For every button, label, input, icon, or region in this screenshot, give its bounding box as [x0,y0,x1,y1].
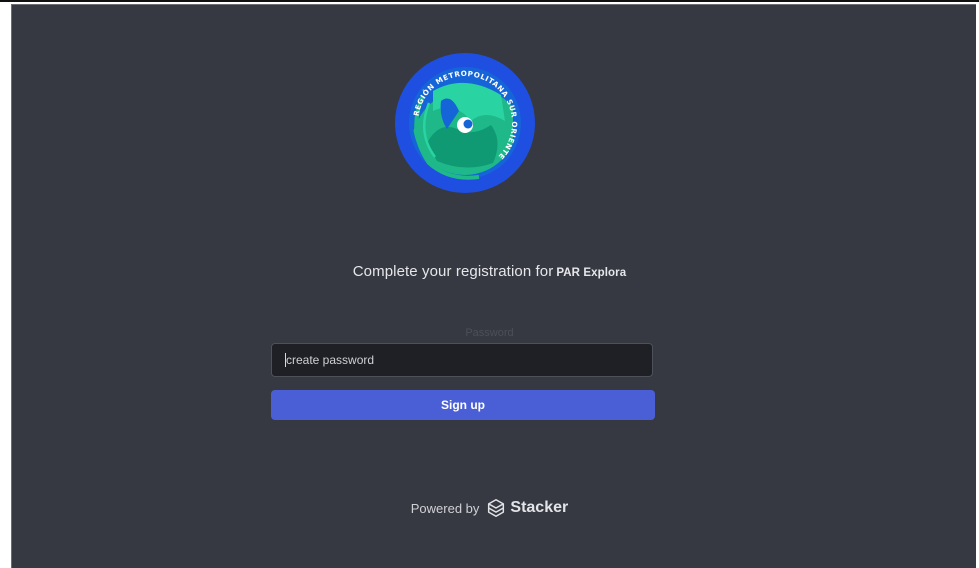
stacker-logo-icon [488,499,505,517]
stacker-brand: Stacker [510,499,569,516]
region-logo: REGIÓN METROPOLITANA SUR ORIENTE [395,53,535,193]
sign-up-button[interactable]: Sign up [271,390,655,420]
powered-by-text: Powered by [410,500,480,516]
text-caret [285,353,286,367]
page: REGIÓN METROPOLITANA SUR ORIENTE Complet… [0,0,979,568]
window-edge [0,0,979,2]
powered-by-footer[interactable]: Powered by Stacker [0,497,979,519]
password-label: Password [465,327,514,339]
password-input[interactable] [271,343,653,377]
registration-prompt: Complete your registration for [352,263,554,280]
registration-heading: Complete your registration for PAR Explor… [0,263,979,280]
app-name: PAR Explora [556,267,627,279]
